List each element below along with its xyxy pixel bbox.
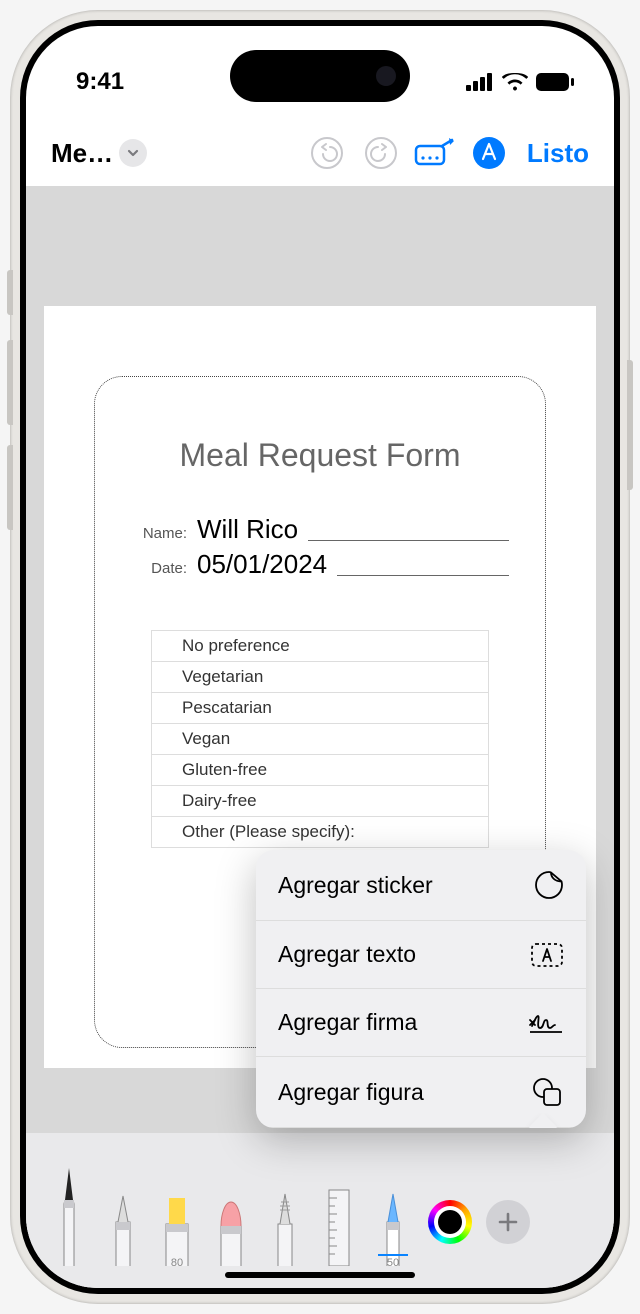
text-box-icon (530, 942, 564, 968)
color-picker-button[interactable] (428, 1200, 472, 1244)
option-row: Pescatarian (152, 693, 488, 724)
markup-toolbar: 80 50 (26, 1133, 614, 1288)
option-row: Vegan (152, 724, 488, 755)
nav-bar: Me… Listo (26, 121, 614, 185)
add-signature-item[interactable]: Agregar firma (256, 989, 586, 1057)
signature-icon (528, 1010, 564, 1036)
menu-item-label: Agregar texto (278, 941, 416, 968)
marker-tool[interactable] (98, 1180, 148, 1266)
redo-button[interactable] (359, 131, 403, 175)
option-row: Dairy-free (152, 786, 488, 817)
current-color-swatch (438, 1210, 462, 1234)
done-button[interactable]: Listo (521, 138, 589, 169)
wifi-icon (502, 73, 528, 91)
menu-item-label: Agregar sticker (278, 872, 433, 899)
document-title-dropdown[interactable]: Me… (51, 138, 147, 169)
menu-item-label: Agregar firma (278, 1009, 417, 1036)
highlighter-size-label: 80 (171, 1257, 183, 1269)
chevron-down-icon (119, 139, 147, 167)
undo-icon (310, 136, 344, 170)
option-row: Vegetarian (152, 662, 488, 693)
pen-tool[interactable] (44, 1156, 94, 1266)
undo-button[interactable] (305, 131, 349, 175)
plus-icon (497, 1211, 519, 1233)
date-label: Date: (131, 560, 187, 577)
document-title-text: Me… (51, 138, 113, 169)
form-title: Meal Request Form (131, 437, 509, 474)
eraser-tool[interactable] (206, 1180, 256, 1266)
options-table: No preference Vegetarian Pescatarian Veg… (151, 630, 489, 848)
pencil-tool[interactable]: 50 (368, 1180, 418, 1266)
markup-toggle-button[interactable] (467, 131, 511, 175)
home-indicator[interactable] (225, 1272, 415, 1278)
add-text-item[interactable]: Agregar texto (256, 921, 586, 989)
name-label: Name: (131, 525, 187, 542)
markup-icon (472, 136, 506, 170)
status-time: 9:41 (76, 68, 124, 96)
add-menu-popup: Agregar sticker Agregar texto Agregar fi… (256, 850, 586, 1128)
cellular-icon (466, 73, 494, 91)
autofill-icon (414, 138, 456, 168)
name-value: Will Rico (197, 514, 298, 545)
option-row: Gluten-free (152, 755, 488, 786)
redo-icon (364, 136, 398, 170)
date-value: 05/01/2024 (197, 549, 327, 580)
menu-item-label: Agregar figura (278, 1079, 424, 1106)
pencil-size-label: 50 (387, 1257, 399, 1269)
add-shape-item[interactable]: Agregar figura (256, 1057, 586, 1128)
add-button[interactable] (486, 1200, 530, 1244)
option-row: No preference (152, 631, 488, 662)
sticker-icon (534, 870, 564, 900)
lasso-tool[interactable] (260, 1180, 310, 1266)
battery-icon (536, 73, 574, 91)
dynamic-island (230, 50, 410, 102)
ruler-tool[interactable] (314, 1180, 364, 1266)
option-row: Other (Please specify): (152, 817, 488, 847)
autofill-button[interactable] (413, 131, 457, 175)
shape-icon (532, 1077, 564, 1107)
highlighter-tool[interactable]: 80 (152, 1180, 202, 1266)
add-sticker-item[interactable]: Agregar sticker (256, 850, 586, 921)
